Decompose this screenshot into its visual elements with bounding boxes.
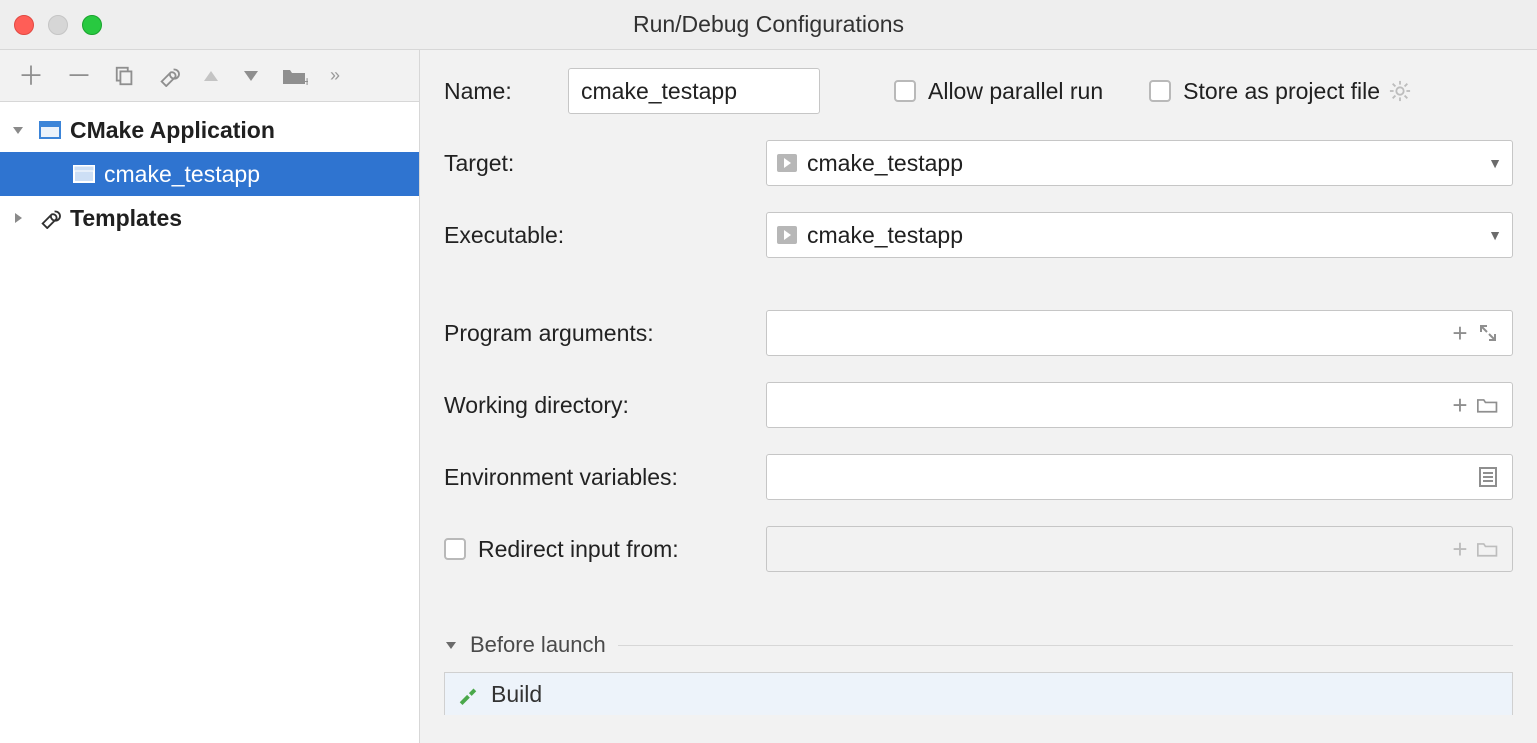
env-variables-input[interactable]	[766, 454, 1513, 500]
chevron-right-icon	[6, 211, 30, 225]
cmake-app-icon	[38, 121, 62, 139]
move-up-button[interactable]	[202, 69, 220, 83]
program-arguments-label: Program arguments:	[444, 320, 766, 347]
config-tree: CMake Application cmake_testapp Template…	[0, 102, 419, 240]
move-down-button[interactable]	[242, 69, 260, 83]
browse-folder-button[interactable]	[1474, 391, 1502, 419]
store-project-file-label: Store as project file	[1183, 78, 1380, 105]
remove-config-button[interactable]: －	[66, 63, 92, 89]
target-value: cmake_testapp	[807, 150, 1488, 177]
allow-parallel-checkbox[interactable]: Allow parallel run	[894, 78, 1103, 105]
edit-defaults-button[interactable]	[158, 65, 180, 87]
executable-value: cmake_testapp	[807, 222, 1488, 249]
redirect-input-field: +	[766, 526, 1513, 572]
browse-folder-button	[1474, 535, 1502, 563]
before-launch-header[interactable]: Before launch	[444, 632, 1513, 658]
separator	[618, 645, 1513, 646]
tree-group-label: Templates	[70, 205, 419, 232]
chevron-down-icon	[6, 123, 30, 137]
redirect-input-checkbox[interactable]: Redirect input from:	[444, 536, 766, 563]
insert-macro-button[interactable]: +	[1446, 319, 1474, 347]
run-target-icon	[777, 154, 797, 172]
store-project-file-checkbox[interactable]: Store as project file	[1149, 78, 1380, 105]
before-launch-item-build[interactable]: Build	[445, 673, 1512, 715]
wrench-icon	[38, 207, 62, 229]
working-directory-label: Working directory:	[444, 392, 766, 419]
window-title: Run/Debug Configurations	[0, 11, 1537, 38]
executable-dropdown[interactable]: cmake_testapp ▼	[766, 212, 1513, 258]
insert-macro-button: +	[1446, 535, 1474, 563]
before-launch-title: Before launch	[470, 632, 606, 658]
overflow-button[interactable]: »	[330, 65, 342, 86]
tree-group-label: CMake Application	[70, 117, 419, 144]
run-target-icon	[777, 226, 797, 244]
before-launch-list: Build	[444, 672, 1513, 715]
chevron-down-icon: ▼	[1488, 155, 1502, 171]
tree-item-label: cmake_testapp	[104, 161, 419, 188]
chevron-down-icon: ▼	[1488, 227, 1502, 243]
insert-macro-button[interactable]: +	[1446, 391, 1474, 419]
chevron-down-icon	[444, 638, 458, 652]
tree-item-cmake_testapp[interactable]: cmake_testapp	[0, 152, 419, 196]
add-config-button[interactable]: ＋	[18, 63, 44, 89]
hammer-icon	[457, 683, 479, 705]
before-launch-item-label: Build	[491, 681, 542, 708]
target-label: Target:	[444, 150, 766, 177]
redirect-input-label: Redirect input from:	[478, 536, 679, 563]
working-directory-input[interactable]: +	[766, 382, 1513, 428]
folder-actions-button[interactable]: +	[282, 66, 308, 86]
allow-parallel-label: Allow parallel run	[928, 78, 1103, 105]
tree-group-cmake-application[interactable]: CMake Application	[0, 108, 419, 152]
gear-icon[interactable]	[1386, 77, 1414, 105]
titlebar: Run/Debug Configurations	[0, 0, 1537, 50]
env-variables-label: Environment variables:	[444, 464, 766, 491]
configurations-sidebar: ＋ － + » CMake Application	[0, 50, 420, 743]
svg-text:+: +	[303, 73, 308, 86]
expand-icon[interactable]	[1474, 319, 1502, 347]
copy-config-button[interactable]	[114, 65, 136, 87]
sidebar-toolbar: ＋ － + »	[0, 50, 419, 102]
config-form: Name: Allow parallel run Store as projec…	[420, 50, 1537, 743]
executable-label: Executable:	[444, 222, 766, 249]
program-arguments-input[interactable]: +	[766, 310, 1513, 356]
target-dropdown[interactable]: cmake_testapp ▼	[766, 140, 1513, 186]
edit-env-button[interactable]	[1474, 463, 1502, 491]
tree-group-templates[interactable]: Templates	[0, 196, 419, 240]
cmake-app-icon	[72, 165, 96, 183]
name-input[interactable]	[568, 68, 820, 114]
name-label: Name:	[444, 78, 568, 105]
